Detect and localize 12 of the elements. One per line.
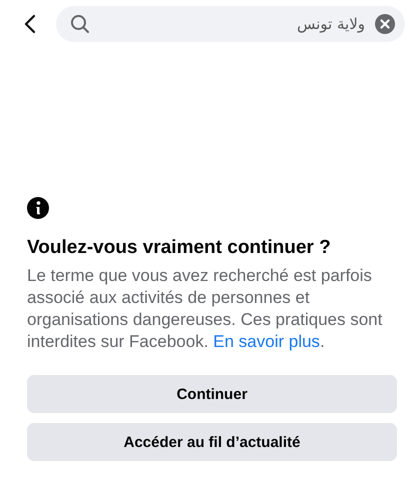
search-bar[interactable]: ولاية تونس (56, 6, 405, 42)
warning-text: Le terme que vous avez recherché est parfois associé aux activités de personnes et organisations dangereuses. Ces pratiques sont interdites sur Facebook. En savoir plus. (27, 265, 384, 353)
search-field[interactable]: ولاية تونس (98, 14, 367, 34)
dialog-title: Voulez-vous vraiment continuer ? (27, 237, 332, 259)
period-text: . (320, 332, 325, 351)
search-icon (70, 14, 90, 34)
info-icon (27, 197, 49, 219)
continue-button[interactable]: Continuer (27, 375, 397, 413)
back-icon[interactable] (24, 14, 36, 34)
clear-icon[interactable] (375, 14, 395, 34)
news-feed-button[interactable]: Accéder au fil d’actualité (27, 423, 397, 461)
learn-more-link[interactable]: En savoir plus (213, 332, 320, 351)
